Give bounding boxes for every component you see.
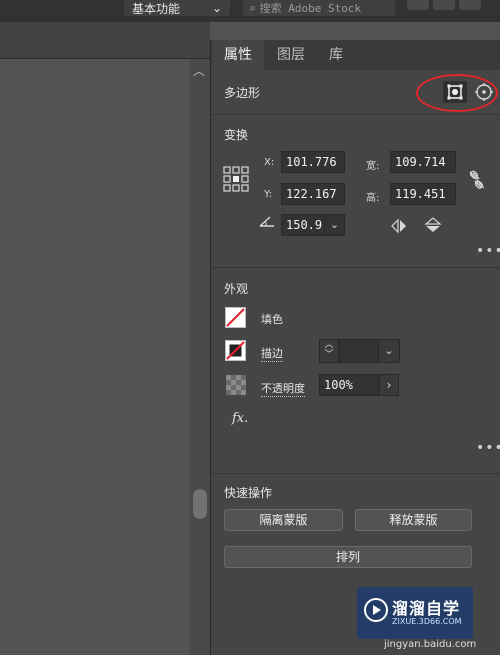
opacity-checker-icon: [226, 375, 246, 395]
y-position-field[interactable]: 122.167: [281, 183, 345, 205]
more-options-icon[interactable]: •••: [476, 243, 500, 259]
watermark-subtitle: ZIXUE.3D66.COM: [392, 617, 462, 626]
tab-layers[interactable]: 图层: [266, 40, 316, 70]
section-divider: [211, 114, 500, 115]
quick-actions-section-title: 快速操作: [224, 486, 273, 500]
stock-search-input[interactable]: ⌕ 搜索 Adobe Stock: [243, 0, 395, 16]
search-placeholder: 搜索 Adobe Stock: [259, 2, 362, 15]
section-divider: [211, 473, 500, 474]
rotation-field[interactable]: 150.9: [281, 214, 325, 236]
stroke-weight-stepper[interactable]: ︿ ﹀: [319, 339, 339, 363]
flip-vertical-icon[interactable]: [424, 216, 442, 234]
y-label: Y:: [264, 189, 273, 200]
window-controls: [407, 0, 481, 10]
x-label: X:: [264, 157, 275, 168]
height-field[interactable]: 119.451: [390, 183, 456, 205]
maximize-button[interactable]: [433, 0, 455, 10]
opacity-chevron-right-icon[interactable]: ›: [379, 374, 399, 396]
effects-fx-button[interactable]: fx.: [232, 411, 248, 426]
object-type-label: 多边形: [224, 86, 261, 100]
stroke-swatch[interactable]: [225, 340, 246, 361]
document-tab-strip: [0, 22, 210, 59]
more-options-icon[interactable]: •••: [476, 440, 500, 456]
vertical-scrollbar[interactable]: [190, 59, 210, 655]
fill-swatch[interactable]: [225, 307, 246, 328]
watermark-url: jingyan.baidu.com: [384, 639, 477, 650]
transform-section-title: 变换: [224, 128, 249, 142]
height-label: 高:: [366, 193, 380, 204]
chevron-down-icon: ⌄: [211, 1, 222, 15]
width-field[interactable]: 109.714: [390, 151, 456, 173]
workspace-switcher[interactable]: 基本功能 ⌄: [124, 0, 230, 16]
minimize-button[interactable]: [407, 0, 429, 10]
scrollbar-thumb[interactable]: [193, 489, 207, 519]
artboard-canvas[interactable]: [0, 59, 190, 655]
stroke-weight-field[interactable]: [339, 339, 379, 363]
flip-horizontal-icon[interactable]: [390, 218, 408, 234]
width-label: 宽:: [366, 161, 380, 172]
section-divider: [211, 267, 500, 268]
arrange-button[interactable]: 排列: [224, 546, 472, 568]
isolate-mask-button[interactable]: 隔离蒙版: [224, 509, 343, 531]
watermark-title: 溜溜自学: [392, 599, 461, 618]
rotate-angle-icon: [258, 214, 276, 228]
annotation-circle: [416, 74, 498, 112]
release-mask-button[interactable]: 释放蒙版: [355, 509, 472, 531]
appearance-section-title: 外观: [224, 282, 249, 296]
constrain-proportions-icon[interactable]: [468, 170, 486, 190]
tab-libraries[interactable]: 库: [318, 40, 354, 70]
fill-label: 填色: [261, 313, 283, 326]
stepper-up-icon[interactable]: ︿: [320, 340, 338, 350]
opacity-field[interactable]: 100%: [319, 374, 379, 396]
stepper-down-icon[interactable]: ﹀: [320, 350, 338, 360]
scroll-up-icon[interactable]: ︿: [193, 62, 205, 79]
close-button[interactable]: [459, 0, 481, 10]
opacity-label[interactable]: 不透明度: [261, 380, 305, 397]
reference-point-icon[interactable]: [223, 166, 249, 192]
stroke-label[interactable]: 描边: [261, 345, 283, 362]
tab-properties[interactable]: 属性: [212, 40, 264, 70]
x-position-field[interactable]: 101.776: [281, 151, 345, 173]
search-icon: ⌕: [249, 1, 256, 15]
stroke-weight-dropdown-chevron-down-icon[interactable]: ⌄: [378, 339, 400, 363]
rotation-dropdown-chevron-down-icon[interactable]: ⌄: [324, 214, 345, 236]
workspace-label: 基本功能: [132, 1, 181, 16]
play-logo-icon: [363, 597, 389, 623]
